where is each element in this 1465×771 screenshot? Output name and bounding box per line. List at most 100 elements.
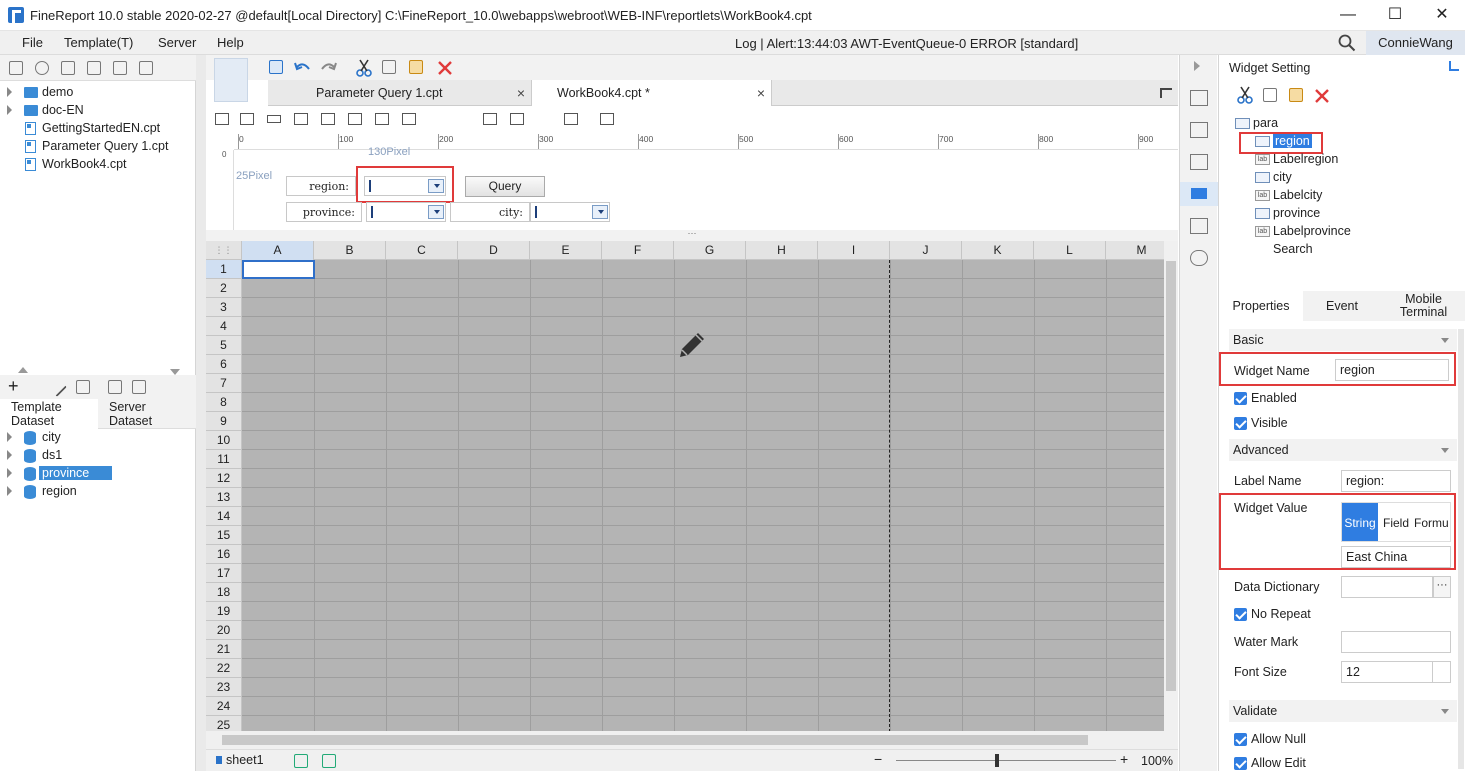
value-type-string[interactable]: String	[1342, 503, 1378, 541]
cell-element-icon[interactable]	[1190, 122, 1208, 138]
row-header-2[interactable]: 2	[206, 279, 242, 298]
sheet-tab[interactable]: sheet1	[216, 753, 264, 767]
add-dataset-icon[interactable]: +	[8, 376, 19, 396]
zoom-slider[interactable]	[896, 760, 1116, 761]
expand-arrow-icon[interactable]	[7, 87, 12, 97]
param-label-province[interactable]: province:	[286, 202, 362, 222]
dataset-item-city[interactable]: city	[0, 429, 196, 447]
row-header-16[interactable]: 16	[206, 545, 242, 564]
widget-tree-root[interactable]: para	[1235, 116, 1278, 130]
row-header-18[interactable]: 18	[206, 583, 242, 602]
property-scrollbar[interactable]	[1458, 329, 1464, 769]
hyperlink-icon[interactable]	[1190, 250, 1208, 266]
column-header-l[interactable]: L	[1034, 241, 1106, 260]
expand-arrow-icon[interactable]	[7, 468, 12, 478]
widget-number-icon[interactable]	[375, 113, 389, 125]
cut-icon[interactable]	[356, 59, 372, 77]
tab-parameter-query[interactable]: Parameter Query 1.cpt ×	[268, 80, 532, 106]
column-header-e[interactable]: E	[530, 241, 602, 260]
refresh-icon[interactable]	[35, 61, 49, 75]
expand-right-icon[interactable]	[1194, 61, 1200, 71]
tree-file-gettingstarted[interactable]: GettingStartedEN.cpt	[0, 120, 196, 138]
label-name-input[interactable]: region:	[1341, 470, 1451, 492]
widget-setting-tab[interactable]	[1180, 182, 1218, 206]
preview-dataset-icon[interactable]	[108, 380, 122, 394]
water-mark-input[interactable]	[1341, 631, 1451, 653]
add-sheet-icon[interactable]	[294, 754, 308, 768]
vertical-scrollbar[interactable]	[1164, 241, 1178, 731]
selected-cell-a1[interactable]	[242, 260, 315, 279]
close-tab-icon[interactable]: ×	[757, 80, 765, 106]
redo-icon[interactable]	[319, 60, 337, 76]
value-type-field[interactable]: Field	[1380, 503, 1412, 541]
dropdown-icon[interactable]	[428, 205, 444, 219]
dataset-item-region[interactable]: region	[0, 483, 196, 501]
new-folder-icon[interactable]	[9, 61, 23, 75]
maximize-button[interactable]: ☐	[1372, 0, 1418, 31]
save-icon[interactable]	[269, 60, 283, 74]
delete-icon[interactable]	[437, 60, 453, 76]
widget-checkbox-icon[interactable]	[456, 113, 470, 125]
parameter-pane-icon[interactable]	[214, 58, 248, 102]
row-header-12[interactable]: 12	[206, 469, 242, 488]
widget-label-icon[interactable]	[240, 113, 254, 125]
collapse-up-icon[interactable]	[18, 367, 28, 373]
zoom-out-button[interactable]: −	[874, 751, 882, 767]
widget-checkboxgroup-icon[interactable]	[537, 113, 551, 125]
paste-icon[interactable]	[409, 60, 423, 74]
enabled-checkbox[interactable]	[1234, 392, 1247, 405]
close-tab-icon[interactable]: ×	[517, 80, 525, 106]
font-size-select[interactable]: 12	[1341, 661, 1451, 683]
log-status[interactable]: Log | Alert:13:44:03 AWT-EventQueue-0 ER…	[735, 36, 1078, 51]
row-header-4[interactable]: 4	[206, 317, 242, 336]
section-advanced[interactable]: Advanced	[1229, 439, 1457, 461]
tab-properties[interactable]: Properties	[1219, 291, 1303, 321]
dataset-item-province[interactable]: province	[0, 465, 196, 483]
pane-splitter[interactable]: ···	[206, 229, 1178, 241]
widget-tree-labelprovince[interactable]: lab Labelprovince	[1255, 224, 1351, 238]
select-all-corner[interactable]: ⋮⋮	[206, 241, 242, 260]
menu-file[interactable]: File	[22, 35, 43, 50]
panel-splitter[interactable]	[196, 55, 206, 771]
widget-tree-search[interactable]: Search	[1255, 242, 1313, 256]
row-header-15[interactable]: 15	[206, 526, 242, 545]
tree-file-parameter-query[interactable]: Parameter Query 1.cpt	[0, 138, 196, 156]
cell-attr-icon[interactable]	[1190, 90, 1208, 106]
zoom-slider-thumb[interactable]	[995, 754, 999, 767]
row-header-22[interactable]: 22	[206, 659, 242, 678]
tab-workbook4[interactable]: WorkBook4.cpt * ×	[532, 80, 772, 106]
row-header-6[interactable]: 6	[206, 355, 242, 374]
widget-radio-icon[interactable]	[429, 113, 443, 125]
tab-mobile-terminal[interactable]: Mobile Terminal	[1381, 293, 1465, 321]
row-header-17[interactable]: 17	[206, 564, 242, 583]
param-combo-city[interactable]	[530, 202, 610, 222]
dropdown-icon[interactable]	[592, 205, 608, 219]
copy-icon[interactable]	[1263, 88, 1277, 102]
allow-null-checkbox[interactable]	[1234, 733, 1247, 746]
widget-date-icon[interactable]	[348, 113, 362, 125]
dataset-settings-icon[interactable]	[132, 380, 146, 394]
copy-icon[interactable]	[382, 60, 396, 74]
widget-name-input[interactable]: region	[1335, 359, 1449, 381]
query-button[interactable]: Query	[465, 176, 545, 197]
section-validate[interactable]: Validate	[1229, 700, 1457, 722]
search-icon[interactable]	[1338, 34, 1356, 52]
expand-arrow-icon[interactable]	[7, 432, 12, 442]
scroll-thumb[interactable]	[222, 735, 1088, 745]
condition-attr-icon[interactable]	[1190, 218, 1208, 234]
horizontal-scrollbar[interactable]	[206, 731, 1178, 749]
expand-panel-icon[interactable]	[1449, 61, 1459, 71]
menu-server[interactable]: Server	[158, 35, 196, 50]
column-header-h[interactable]: H	[746, 241, 818, 260]
widget-more-icon[interactable]	[600, 113, 614, 125]
minimize-button[interactable]: —	[1325, 0, 1371, 31]
row-header-8[interactable]: 8	[206, 393, 242, 412]
delete-icon[interactable]	[113, 61, 127, 75]
expand-arrow-icon[interactable]	[7, 450, 12, 460]
row-header-25[interactable]: 25	[206, 716, 242, 731]
expand-arrow-icon[interactable]	[7, 105, 12, 115]
column-header-f[interactable]: F	[602, 241, 674, 260]
tab-menu-icon[interactable]	[1160, 88, 1172, 98]
column-header-i[interactable]: I	[818, 241, 890, 260]
allow-edit-checkbox[interactable]	[1234, 757, 1247, 770]
